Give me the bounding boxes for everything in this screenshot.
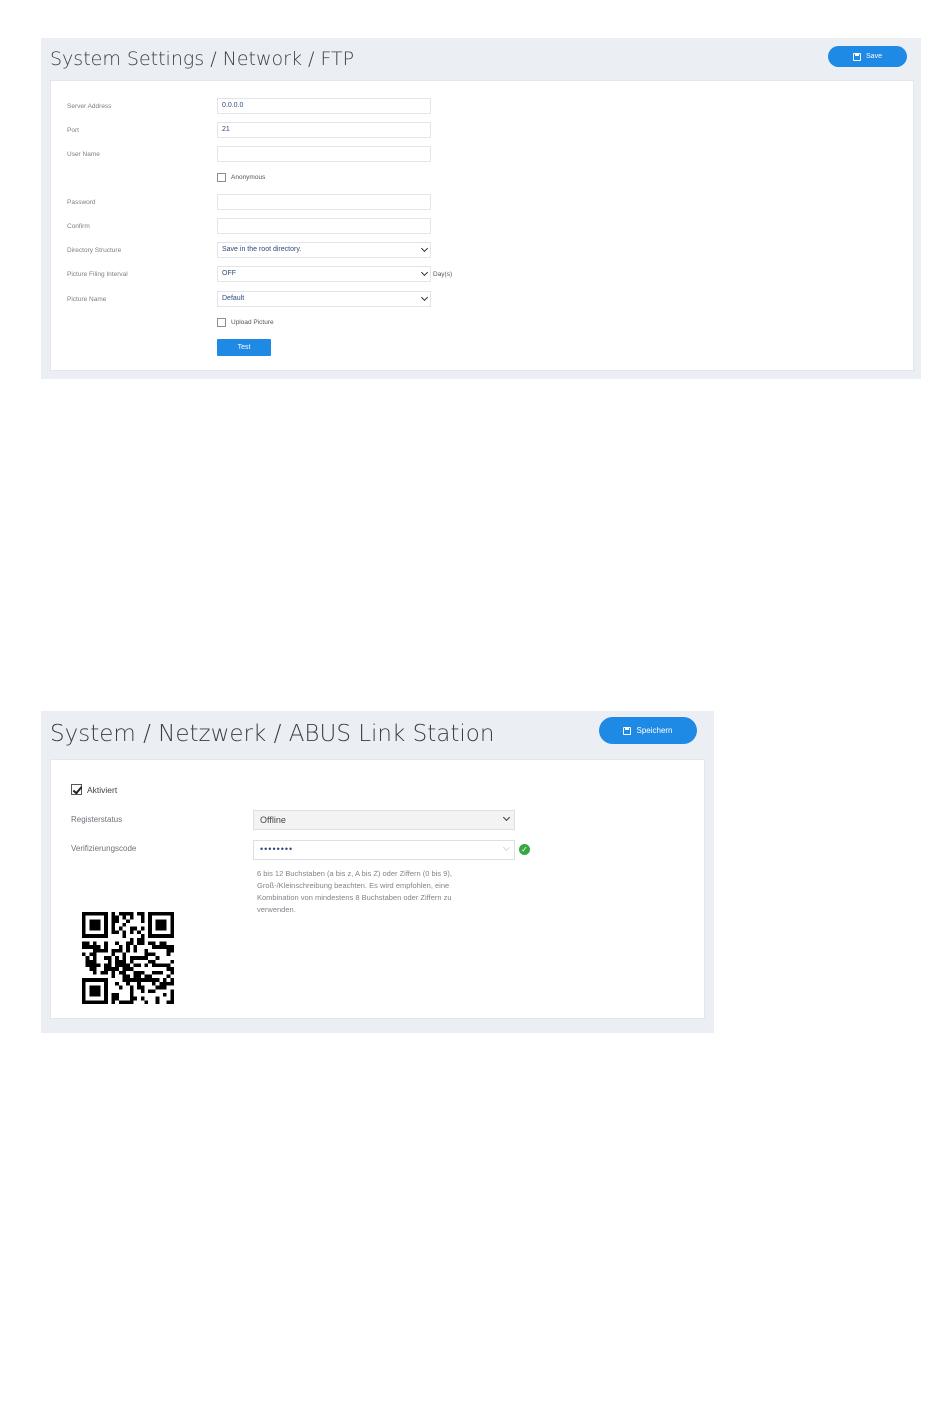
save-icon: [623, 726, 632, 735]
qr-code-icon: [82, 912, 174, 1004]
picture-name-label: Picture Name: [67, 296, 107, 303]
password-label: Password: [67, 199, 96, 206]
server-address-input[interactable]: 0.0.0.0: [217, 98, 431, 114]
picture-filing-interval-value: OFF: [222, 270, 236, 277]
anonymous-checkbox[interactable]: Anonymous: [217, 173, 265, 182]
directory-structure-label: Directory Structure: [67, 247, 122, 254]
register-status-label: Registerstatus: [71, 815, 123, 824]
chevron-down-icon: [420, 244, 429, 253]
page-title: System / Netzwerk / ABUS Link Station: [50, 721, 495, 747]
user-name-input[interactable]: [217, 146, 431, 162]
verification-code-hint: 6 bis 12 Buchstaben (a bis z, A bis Z) o…: [257, 869, 452, 914]
ftp-form-card: Server Address 0.0.0.0 Port 21 User Name…: [50, 80, 914, 371]
upload-picture-checkbox-box[interactable]: [217, 318, 226, 327]
password-input[interactable]: [217, 194, 431, 210]
save-button-label: Speichern: [636, 726, 673, 735]
chevron-down-icon: [502, 843, 511, 852]
save-button[interactable]: Speichern: [599, 717, 697, 744]
register-status-select[interactable]: Offline: [253, 810, 515, 830]
port-label: Port: [67, 127, 79, 134]
check-circle-icon: ✓: [519, 844, 530, 855]
confirm-input[interactable]: [217, 218, 431, 234]
activated-label: Aktiviert: [87, 784, 118, 795]
ftp-settings-panel: System Settings / Network / FTP Save Ser…: [41, 38, 921, 379]
anonymous-label: Anonymous: [231, 174, 266, 181]
verification-code-label: Verifizierungscode: [71, 844, 137, 853]
test-button[interactable]: Test: [217, 339, 271, 356]
register-status-value: Offline: [260, 815, 286, 825]
save-icon: [853, 52, 862, 61]
save-button-label: Save: [866, 53, 882, 60]
port-input[interactable]: 21: [217, 122, 431, 138]
chevron-down-icon: [420, 268, 429, 277]
directory-structure-value: Save in the root directory.: [222, 246, 302, 253]
directory-structure-select[interactable]: Save in the root directory.: [217, 242, 431, 258]
picture-name-select[interactable]: Default: [217, 291, 431, 307]
upload-picture-checkbox[interactable]: Upload Picture: [217, 318, 274, 327]
picture-filing-interval-label: Picture Filing Interval: [67, 271, 128, 278]
chevron-down-icon: [502, 813, 511, 822]
page-title: System Settings / Network / FTP: [50, 48, 355, 70]
user-name-label: User Name: [67, 151, 100, 158]
server-address-label: Server Address: [67, 103, 112, 110]
chevron-down-icon: [420, 293, 429, 302]
save-button[interactable]: Save: [828, 46, 907, 67]
picture-filing-interval-unit: Day(s): [433, 271, 453, 278]
verification-code-input[interactable]: ••••••••: [253, 840, 515, 860]
anonymous-checkbox-box[interactable]: [217, 173, 226, 182]
upload-picture-label: Upload Picture: [231, 319, 274, 326]
activated-checkbox-box[interactable]: [71, 784, 82, 795]
picture-name-value: Default: [222, 295, 245, 302]
picture-filing-interval-select[interactable]: OFF: [217, 266, 431, 282]
verification-code-value: ••••••••: [260, 844, 294, 854]
confirm-label: Confirm: [67, 223, 90, 230]
abus-form-card: Aktiviert Registerstatus Offline Verifiz…: [50, 759, 705, 1019]
abus-link-station-panel: System / Netzwerk / ABUS Link Station Sp…: [41, 711, 714, 1033]
activated-checkbox[interactable]: Aktiviert: [71, 784, 117, 795]
